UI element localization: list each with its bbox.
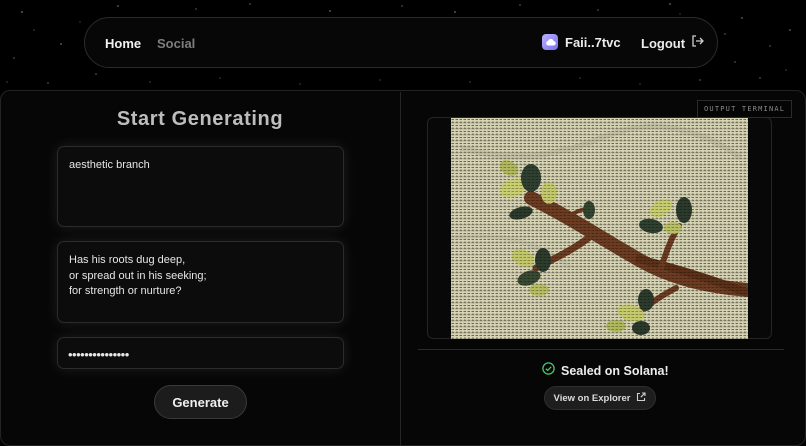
output-divider [418,349,784,350]
seal-status-text: Sealed on Solana! [561,364,669,378]
logout-arrow-icon [691,34,704,52]
ascii-art-output [451,118,748,339]
poem-textarea[interactable]: Has his roots dug deep, or spread out in… [57,241,344,323]
wallet-address: Faii..7tvc [565,34,621,50]
view-on-explorer-button[interactable]: View on Explorer [544,386,656,410]
wallet-button[interactable]: Faii..7tvc [542,34,621,50]
external-link-icon [636,389,647,407]
nav-home-link[interactable]: Home [105,36,141,51]
prompt-input[interactable]: aesthetic branch [57,146,344,227]
logout-label: Logout [641,35,686,51]
panel-divider [400,92,401,446]
logout-button[interactable]: Logout [641,34,704,52]
cloud-wallet-icon [542,34,558,50]
nav-social-link[interactable]: Social [157,36,195,51]
seal-status: Sealed on Solana! [542,362,669,380]
top-nav-bar: Home Social Faii..7tvc Logout [84,17,718,68]
page-title: Start Generating [116,108,284,130]
check-circle-icon [542,362,555,380]
generate-button[interactable]: Generate [154,385,247,419]
output-terminal-label: OUTPUT TERMINAL [697,100,793,118]
explorer-label: View on Explorer [553,392,631,404]
password-input[interactable]: ••••••••••••••• [57,337,344,369]
